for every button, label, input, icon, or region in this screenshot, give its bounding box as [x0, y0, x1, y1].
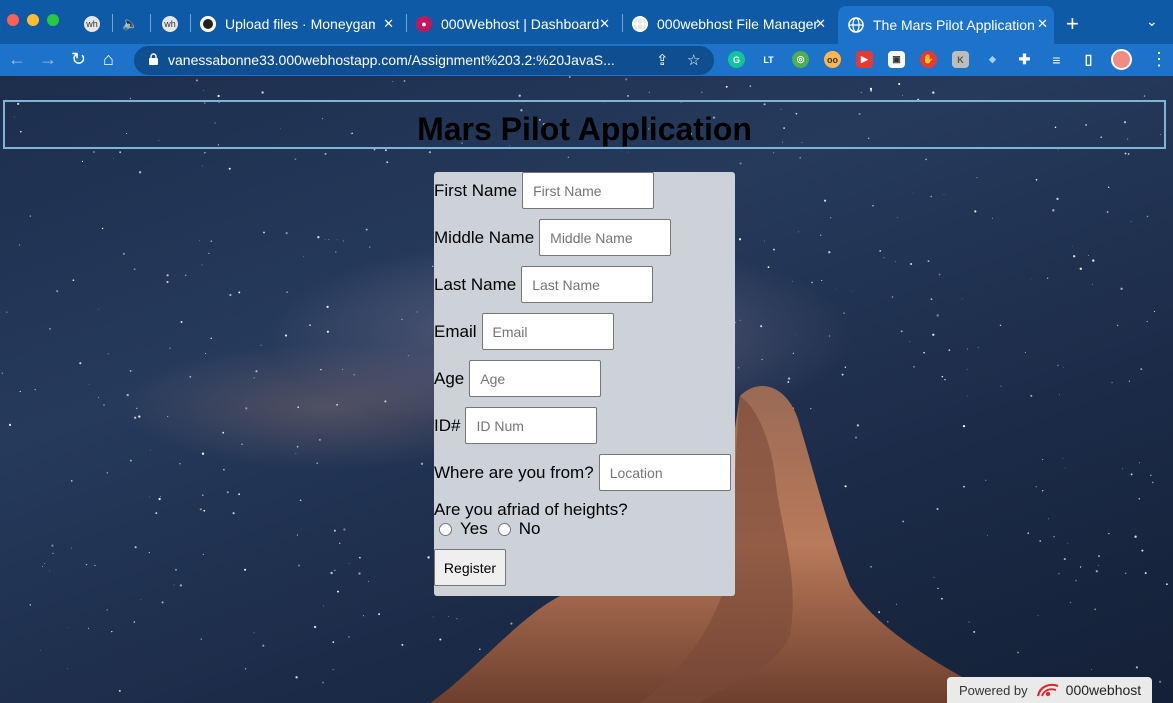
extension-owl-icon[interactable]: oo [824, 51, 841, 68]
new-tab-icon[interactable]: + [1066, 11, 1079, 37]
tab-label: 000webhost File Manager [657, 16, 819, 32]
email-row: Email [434, 313, 614, 350]
middle-name-input[interactable] [539, 219, 672, 256]
home-icon[interactable]: ⌂ [103, 48, 114, 70]
close-tab-icon[interactable]: ✕ [1037, 16, 1048, 32]
extension-pip-icon[interactable]: ▣ [888, 51, 905, 68]
webhost-icon: ● [416, 16, 432, 32]
close-tab-icon[interactable]: ✕ [815, 16, 826, 32]
share-icon[interactable]: ⇪ [656, 51, 669, 69]
forward-arrow-icon[interactable]: → [39, 48, 57, 70]
site-icon: wh [162, 16, 178, 32]
extension-drop-icon[interactable]: ◆ [984, 51, 1001, 68]
location-input[interactable] [598, 454, 731, 491]
last-name-row: Last Name [434, 266, 654, 303]
page-content: Mars Pilot Application First Name Middle… [0, 76, 1173, 703]
first-name-input[interactable] [522, 172, 655, 209]
chevron-down-icon[interactable]: ⌄ [1146, 13, 1158, 30]
tab-upload-files[interactable]: Upload files · Moneygame3 ✕ [200, 8, 400, 40]
back-arrow-icon[interactable]: ← [8, 48, 26, 70]
powered-by-text: Powered by [959, 682, 1028, 698]
close-tab-icon[interactable]: ✕ [599, 16, 610, 32]
site-icon: wh [84, 16, 100, 32]
speaker-icon: 🔈 [122, 16, 139, 31]
tab-label: 000Webhost | Dashboard [441, 16, 600, 32]
middle-name-row: Middle Name [434, 219, 672, 256]
minimize-window-button[interactable] [27, 14, 39, 26]
close-tab-icon[interactable]: ✕ [383, 16, 394, 32]
tab-bar: wh 🔈 wh Upload files · Moneygame3 ✕ ● 00… [0, 0, 1173, 44]
id-input[interactable] [465, 407, 598, 444]
heights-radio-group: Yes No [439, 519, 540, 539]
tab-file-manager[interactable]: 000webhost File Manager ✕ [632, 8, 832, 40]
last-name-label: Last Name [434, 274, 517, 294]
globe-icon [848, 17, 864, 33]
powered-by-badge[interactable]: Powered by 000webhost [947, 677, 1152, 703]
globe-icon [632, 16, 648, 32]
tab-pinned-1[interactable]: wh [84, 8, 104, 40]
address-bar[interactable]: vanessabonne33.000webhostapp.com/Assignm… [134, 46, 714, 75]
register-button[interactable]: Register [434, 549, 506, 586]
extensions-puzzle-icon[interactable]: ✚ [1016, 51, 1033, 68]
reading-list-icon[interactable]: ≡ [1048, 51, 1065, 68]
profile-avatar[interactable] [1111, 49, 1132, 70]
grammarly-icon[interactable]: G [728, 51, 745, 68]
tab-mars-pilot-application[interactable]: The Mars Pilot Application ✕ [838, 6, 1054, 44]
close-window-button[interactable] [7, 14, 19, 26]
side-panel-icon[interactable]: ▯ [1080, 51, 1097, 68]
title-banner: Mars Pilot Application [3, 100, 1166, 149]
webhost-brand: 000webhost [1065, 682, 1142, 698]
no-radio[interactable] [497, 522, 511, 536]
tab-pinned-2[interactable]: 🔈 [122, 8, 142, 40]
tab-label: The Mars Pilot Application [873, 17, 1035, 33]
location-row: Where are you from? [434, 454, 731, 491]
id-label: ID# [434, 415, 461, 435]
email-input[interactable] [481, 313, 614, 350]
tab-pinned-3[interactable]: wh [162, 8, 182, 40]
extension-youtube-icon[interactable]: ▶ [856, 51, 873, 68]
middle-name-label: Middle Name [434, 227, 535, 247]
star-icon[interactable]: ☆ [687, 51, 700, 69]
first-name-row: First Name [434, 172, 655, 209]
age-input[interactable] [469, 360, 602, 397]
extension-hand-icon[interactable]: ✋ [920, 51, 937, 68]
tab-webhost-dashboard[interactable]: ● 000Webhost | Dashboard ✕ [416, 8, 616, 40]
no-label: No [518, 519, 541, 538]
heights-question: Are you afriad of heights? [434, 500, 628, 519]
tab-label: Upload files · Moneygame3 [225, 16, 375, 32]
url-text: vanessabonne33.000webhostapp.com/Assignm… [168, 52, 615, 68]
location-label: Where are you from? [434, 462, 594, 482]
more-menu-icon[interactable]: ⋮ [1150, 49, 1168, 70]
webhost-logo-icon [1036, 683, 1059, 697]
id-row: ID# [434, 407, 598, 444]
extension-sync-icon[interactable]: ◎ [792, 51, 809, 68]
yes-radio[interactable] [439, 522, 452, 536]
age-row: Age [434, 360, 602, 397]
extension-lt-icon[interactable]: LT [760, 51, 777, 68]
pilot-application-form: First Name Middle Name Last Name Email A… [434, 172, 735, 596]
maximize-window-button[interactable] [47, 14, 59, 26]
email-label: Email [434, 321, 477, 341]
last-name-input[interactable] [521, 266, 654, 303]
age-label: Age [434, 368, 465, 388]
reload-icon[interactable]: ↻ [71, 48, 86, 70]
extension-k-icon[interactable]: K [952, 51, 969, 68]
first-name-label: First Name [434, 180, 518, 200]
page-title: Mars Pilot Application [417, 111, 752, 147]
github-icon [200, 16, 216, 32]
lock-icon [149, 53, 158, 65]
browser-toolbar: ← → ↻ ⌂ vanessabonne33.000webhostapp.com… [0, 44, 1173, 76]
yes-label: Yes [460, 519, 488, 538]
